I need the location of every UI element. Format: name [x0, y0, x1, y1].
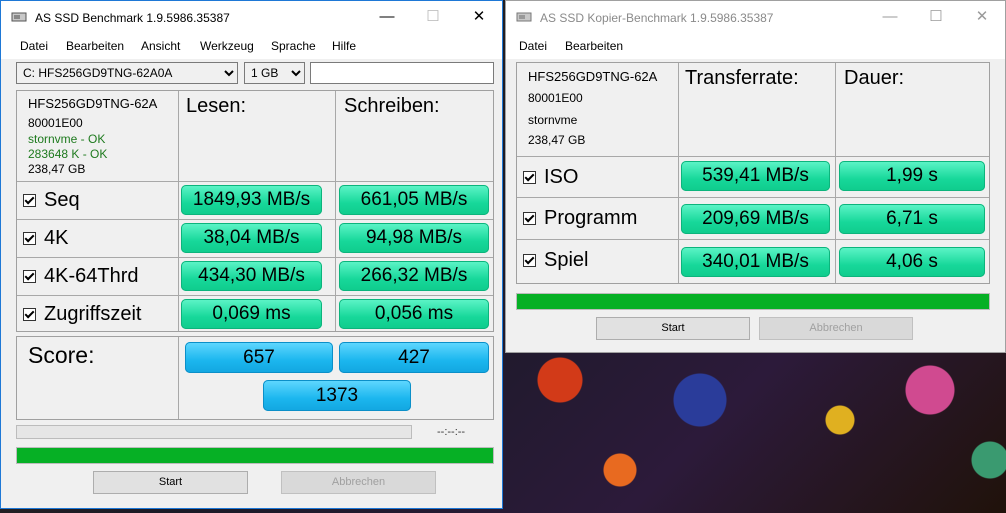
row-label: ISO — [544, 165, 579, 188]
seq-write-value: 661,05 MB/s — [339, 185, 489, 215]
checkbox-icon[interactable] — [523, 253, 536, 267]
score-grid: Score: 657 427 1373 — [16, 336, 494, 420]
row-label: Zugriffszeit — [44, 303, 142, 325]
seq-read-value: 1849,93 MB/s — [181, 185, 322, 215]
menu-hilfe[interactable]: Hilfe — [332, 39, 356, 53]
write-header: Schreiben: — [344, 95, 440, 117]
text-field[interactable] — [310, 62, 494, 84]
score-label: Score: — [28, 342, 95, 368]
menu-ansicht[interactable]: Ansicht — [141, 39, 180, 53]
close-icon[interactable]: ✕ — [959, 1, 1005, 33]
drive-model: HFS256GD9TNG-62A — [28, 96, 158, 111]
row-label: Spiel — [544, 248, 589, 271]
row-label: 4K-64Thrd — [44, 265, 139, 287]
minimize-icon[interactable]: — — [867, 1, 913, 33]
menu-bar: Datei Bearbeiten — [506, 33, 1005, 59]
rate-header: Transferrate: — [685, 67, 799, 89]
benchmark-window: AS SSD Benchmark 1.9.5986.35387 — ☐ ✕ Da… — [0, 0, 503, 509]
read-header: Lesen: — [186, 95, 247, 117]
menu-datei[interactable]: Datei — [519, 39, 547, 53]
close-icon[interactable]: ✕ — [456, 1, 502, 33]
drive-firmware: 80001E00 — [528, 91, 583, 105]
row-label: 4K — [44, 227, 69, 249]
drive-capacity: 238,47 GB — [28, 162, 86, 176]
menu-bearbeiten[interactable]: Bearbeiten — [565, 39, 623, 53]
maximize-icon[interactable]: ☐ — [410, 1, 456, 33]
checkbox-icon[interactable] — [23, 194, 36, 207]
row-label: Programm — [544, 207, 638, 229]
row-access-label[interactable]: Zugriffszeit — [23, 296, 141, 333]
window-title: AS SSD Benchmark 1.9.5986.35387 — [35, 11, 230, 25]
checkbox-icon[interactable] — [23, 270, 36, 283]
size-select[interactable]: 1 GB — [244, 62, 305, 84]
access-write-value: 0,056 ms — [339, 299, 489, 329]
abort-button[interactable]: Abbrechen — [759, 317, 913, 340]
results-grid: HFS256GD9TNG-62A 80001E00 stornvme - OK … — [16, 90, 494, 332]
progress-fill — [17, 448, 493, 463]
row-4k64-label[interactable]: 4K-64Thrd — [23, 258, 139, 295]
abort-button[interactable]: Abbrechen — [281, 471, 436, 494]
driver-status: stornvme - OK — [28, 132, 106, 146]
menu-sprache[interactable]: Sprache — [271, 39, 316, 53]
duration-header: Dauer: — [844, 67, 905, 89]
menu-datei[interactable]: Datei — [20, 39, 48, 53]
window-title: AS SSD Kopier-Benchmark 1.9.5986.35387 — [540, 11, 774, 25]
4k64-write-value: 266,32 MB/s — [339, 261, 489, 291]
row-iso-label[interactable]: ISO — [523, 157, 578, 197]
iso-time-value: 1,99 s — [839, 161, 985, 191]
program-rate-value: 209,69 MB/s — [681, 204, 830, 234]
menu-bar: Datei Bearbeiten Ansicht Werkzeug Sprach… — [1, 33, 502, 59]
driver-name: stornvme — [528, 113, 578, 127]
app-icon — [11, 12, 27, 22]
row-4k-label[interactable]: 4K — [23, 220, 68, 257]
row-label: Seq — [44, 189, 80, 211]
menu-bearbeiten[interactable]: Bearbeiten — [66, 39, 124, 53]
score-total: 1373 — [263, 380, 411, 411]
4k-write-value: 94,98 MB/s — [339, 223, 489, 253]
checkbox-icon[interactable] — [523, 170, 536, 184]
progress-fill — [517, 294, 989, 309]
elapsed-time: --:--:-- — [437, 426, 466, 438]
start-button[interactable]: Start — [596, 317, 750, 340]
title-bar[interactable]: AS SSD Kopier-Benchmark 1.9.5986.35387 —… — [506, 1, 1005, 33]
checkbox-icon[interactable] — [523, 212, 536, 225]
drive-firmware: 80001E00 — [28, 116, 83, 130]
menu-werkzeug[interactable]: Werkzeug — [200, 39, 254, 53]
copy-results-grid: HFS256GD9TNG-62A 80001E00 stornvme 238,4… — [516, 62, 990, 284]
row-program-label[interactable]: Programm — [523, 198, 637, 239]
drive-select[interactable]: C: HFS256GD9TNG-62A0A — [16, 62, 238, 84]
checkbox-icon[interactable] — [23, 308, 36, 321]
row-seq-label[interactable]: Seq — [23, 182, 80, 219]
maximize-icon[interactable]: ☐ — [913, 1, 959, 33]
access-read-value: 0,069 ms — [181, 299, 322, 329]
score-write: 427 — [339, 342, 489, 373]
game-rate-value: 340,01 MB/s — [681, 247, 830, 277]
title-bar[interactable]: AS SSD Benchmark 1.9.5986.35387 — ☐ ✕ — [1, 1, 502, 33]
row-game-label[interactable]: Spiel — [523, 240, 588, 280]
drive-capacity: 238,47 GB — [528, 133, 586, 147]
game-time-value: 4,06 s — [839, 247, 985, 277]
score-read: 657 — [185, 342, 333, 373]
progress-bar-bottom — [16, 447, 494, 464]
iso-rate-value: 539,41 MB/s — [681, 161, 830, 191]
minimize-icon[interactable]: — — [364, 1, 410, 33]
checkbox-icon[interactable] — [23, 232, 36, 245]
4k64-read-value: 434,30 MB/s — [181, 261, 322, 291]
app-icon — [516, 12, 532, 22]
start-button[interactable]: Start — [93, 471, 248, 494]
4k-read-value: 38,04 MB/s — [181, 223, 322, 253]
alignment-status: 283648 K - OK — [28, 147, 108, 161]
drive-model: HFS256GD9TNG-62A — [528, 69, 658, 84]
program-time-value: 6,71 s — [839, 204, 985, 234]
progress-bar-top — [16, 425, 412, 439]
copy-progress-bar — [516, 293, 990, 310]
copy-benchmark-window: AS SSD Kopier-Benchmark 1.9.5986.35387 —… — [505, 0, 1006, 353]
